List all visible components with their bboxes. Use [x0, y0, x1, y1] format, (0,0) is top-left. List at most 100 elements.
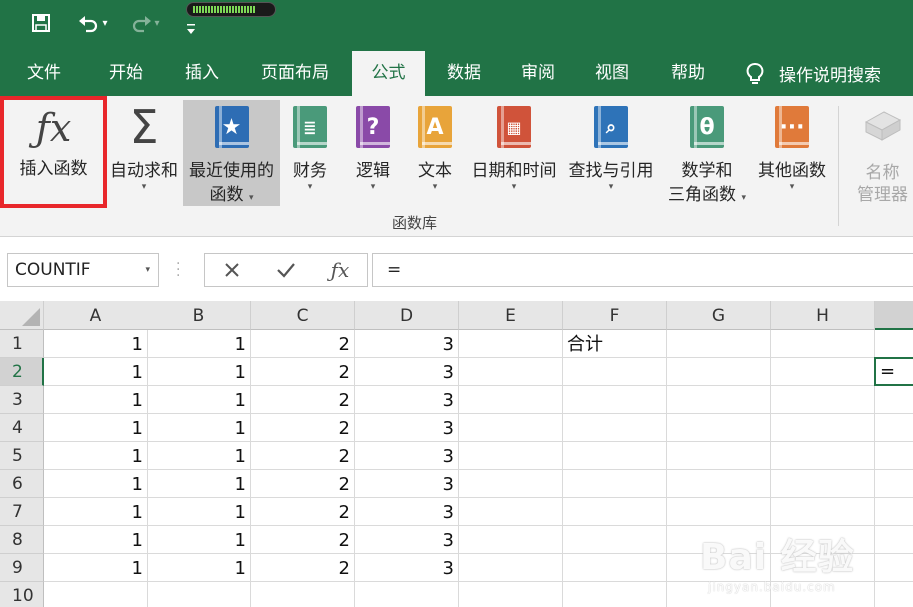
cell-h5[interactable]: [771, 442, 875, 470]
tell-me-search[interactable]: 操作说明搜索: [745, 51, 881, 96]
row-header-2[interactable]: 2: [0, 358, 44, 386]
cell-d6[interactable]: 3: [355, 470, 459, 498]
formula-bar-grip[interactable]: · · ·: [176, 257, 180, 283]
tab-help[interactable]: 帮助: [654, 51, 722, 96]
cell-next-3[interactable]: [875, 386, 913, 414]
logical-button[interactable]: ? 逻辑 ▾: [349, 100, 397, 206]
cell-f1[interactable]: 合计: [563, 330, 667, 358]
tab-data[interactable]: 数据: [430, 51, 498, 96]
cell-b8[interactable]: 1: [147, 526, 251, 554]
row-header-8[interactable]: 8: [0, 526, 44, 554]
cell-e10[interactable]: [459, 582, 563, 607]
cell-g4[interactable]: [667, 414, 771, 442]
recently-used-button[interactable]: ★ 最近使用的 函数 ▾: [183, 100, 280, 206]
cell-f2[interactable]: [563, 358, 667, 386]
financial-button[interactable]: ≣ 财务 ▾: [286, 100, 334, 206]
cell-a8[interactable]: 1: [44, 526, 148, 554]
cell-f5[interactable]: [563, 442, 667, 470]
cell-e8[interactable]: [459, 526, 563, 554]
tab-file[interactable]: 文件: [10, 51, 78, 96]
cell-a5[interactable]: 1: [44, 442, 148, 470]
row-header-7[interactable]: 7: [0, 498, 44, 526]
more-functions-button[interactable]: ··· 其他函数 ▾: [752, 100, 832, 206]
cell-h6[interactable]: [771, 470, 875, 498]
cell-next-6[interactable]: [875, 470, 913, 498]
autosum-button[interactable]: Σ 自动求和 ▾: [107, 100, 181, 206]
row-header-4[interactable]: 4: [0, 414, 44, 442]
cell-b3[interactable]: 1: [147, 386, 251, 414]
cell-c9[interactable]: 2: [251, 554, 355, 582]
tab-insert[interactable]: 插入: [168, 51, 236, 96]
row-header-9[interactable]: 9: [0, 554, 44, 582]
cell-a7[interactable]: 1: [44, 498, 148, 526]
cell-a6[interactable]: 1: [44, 470, 148, 498]
column-header-f[interactable]: F: [563, 301, 667, 330]
fx-icon[interactable]: ƒx: [315, 254, 365, 286]
cell-b1[interactable]: 1: [147, 330, 251, 358]
column-header-a[interactable]: A: [44, 301, 148, 330]
column-header-next[interactable]: [875, 301, 913, 330]
cell-b9[interactable]: 1: [147, 554, 251, 582]
cell-g1[interactable]: [667, 330, 771, 358]
cell-e9[interactable]: [459, 554, 563, 582]
cell-a4[interactable]: 1: [44, 414, 148, 442]
undo-icon[interactable]: ▾: [72, 8, 114, 38]
cell-b10[interactable]: [147, 582, 251, 607]
cell-a9[interactable]: 1: [44, 554, 148, 582]
cell-f6[interactable]: [563, 470, 667, 498]
cell-f3[interactable]: [563, 386, 667, 414]
cell-b5[interactable]: 1: [147, 442, 251, 470]
column-header-b[interactable]: B: [147, 301, 251, 330]
cell-g2[interactable]: [667, 358, 771, 386]
cell-d5[interactable]: 3: [355, 442, 459, 470]
cell-d9[interactable]: 3: [355, 554, 459, 582]
row-header-5[interactable]: 5: [0, 442, 44, 470]
column-header-h[interactable]: H: [771, 301, 875, 330]
cell-e5[interactable]: [459, 442, 563, 470]
tab-review[interactable]: 审阅: [504, 51, 572, 96]
cell-f4[interactable]: [563, 414, 667, 442]
cell-d7[interactable]: 3: [355, 498, 459, 526]
cell-e7[interactable]: [459, 498, 563, 526]
date-time-button[interactable]: ▦ 日期和时间 ▾: [468, 100, 560, 206]
cell-a1[interactable]: 1: [44, 330, 148, 358]
cell-next-4[interactable]: [875, 414, 913, 442]
cell-h1[interactable]: [771, 330, 875, 358]
cell-f9[interactable]: [563, 554, 667, 582]
insert-function-button[interactable]: ƒx 插入函数: [0, 96, 107, 208]
name-box[interactable]: COUNTIF ▾: [7, 253, 159, 287]
cell-c7[interactable]: 2: [251, 498, 355, 526]
cell-c2[interactable]: 2: [251, 358, 355, 386]
column-header-c[interactable]: C: [251, 301, 355, 330]
tab-formulas[interactable]: 公式: [352, 51, 425, 96]
cell-d8[interactable]: 3: [355, 526, 459, 554]
cell-a3[interactable]: 1: [44, 386, 148, 414]
chevron-down-icon[interactable]: ▾: [145, 254, 150, 286]
redo-icon[interactable]: ▾: [124, 8, 166, 38]
tab-home[interactable]: 开始: [92, 51, 160, 96]
cell-b4[interactable]: 1: [147, 414, 251, 442]
row-header-1[interactable]: 1: [0, 330, 44, 358]
cell-b2[interactable]: 1: [147, 358, 251, 386]
cell-next-1[interactable]: [875, 330, 913, 358]
cell-c5[interactable]: 2: [251, 442, 355, 470]
text-functions-button[interactable]: A 文本 ▾: [411, 100, 459, 206]
cancel-icon[interactable]: [207, 254, 257, 286]
cell-c8[interactable]: 2: [251, 526, 355, 554]
cell-f10[interactable]: [563, 582, 667, 607]
cell-a10[interactable]: [44, 582, 148, 607]
column-header-g[interactable]: G: [667, 301, 771, 330]
formula-input[interactable]: =: [372, 253, 913, 287]
column-header-d[interactable]: D: [355, 301, 459, 330]
save-icon[interactable]: [28, 8, 54, 38]
column-header-e[interactable]: E: [459, 301, 563, 330]
row-header-3[interactable]: 3: [0, 386, 44, 414]
cell-c6[interactable]: 2: [251, 470, 355, 498]
cell-d4[interactable]: 3: [355, 414, 459, 442]
lookup-reference-button[interactable]: ⌕ 查找与引用 ▾: [564, 100, 658, 206]
cell-c10[interactable]: [251, 582, 355, 607]
cell-d3[interactable]: 3: [355, 386, 459, 414]
cell-d10[interactable]: [355, 582, 459, 607]
cell-h2[interactable]: [771, 358, 875, 386]
cell-b7[interactable]: 1: [147, 498, 251, 526]
